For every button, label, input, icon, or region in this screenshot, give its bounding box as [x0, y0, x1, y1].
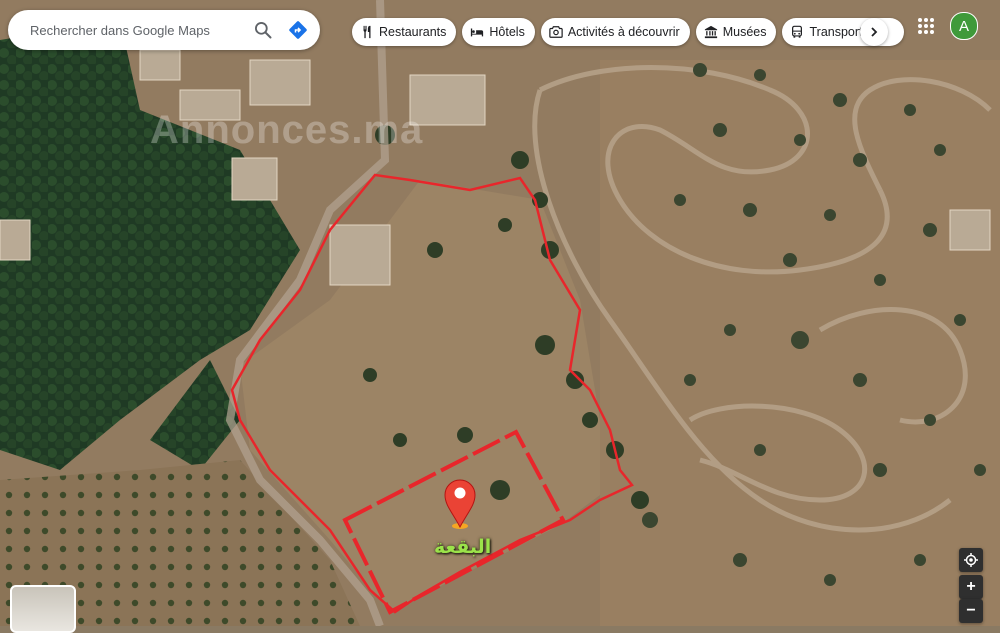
chip-activities[interactable]: Activités à découvrir [540, 18, 690, 46]
search-input[interactable] [28, 21, 242, 39]
search-box[interactable] [8, 10, 320, 50]
my-location-button[interactable] [959, 548, 983, 572]
chevron-right-icon [871, 27, 878, 37]
chip-label: Restaurants [379, 25, 447, 39]
crosshair-icon [964, 553, 978, 567]
watermark-text: Annonces.ma [150, 108, 424, 152]
chip-label: Musées [722, 25, 767, 39]
pin-label[interactable]: البقعة [434, 536, 491, 558]
camera-icon [549, 26, 563, 38]
zoom-in-button[interactable]: + [959, 575, 983, 599]
directions-icon[interactable] [288, 20, 308, 40]
chip-label: Hôtels [489, 25, 525, 39]
bed-icon [471, 28, 484, 37]
category-chips: Restaurants Hôtels Activités à découvrir… [352, 18, 905, 46]
chip-museums[interactable]: Musées [695, 18, 777, 46]
bus-icon [792, 25, 803, 38]
account-avatar[interactable]: A [950, 12, 978, 40]
search-icon[interactable] [253, 20, 273, 40]
chip-hotels[interactable]: Hôtels [462, 18, 535, 46]
chip-restaurants[interactable]: Restaurants [352, 18, 457, 46]
satellite-map[interactable] [0, 0, 1000, 626]
apps-grid-icon[interactable] [916, 16, 936, 36]
zoom-out-button[interactable]: − [959, 599, 983, 623]
chip-label: Activités à découvrir [567, 25, 680, 39]
museum-icon [704, 25, 717, 39]
fork-knife-icon [363, 25, 371, 39]
chips-next-button[interactable] [860, 18, 888, 46]
